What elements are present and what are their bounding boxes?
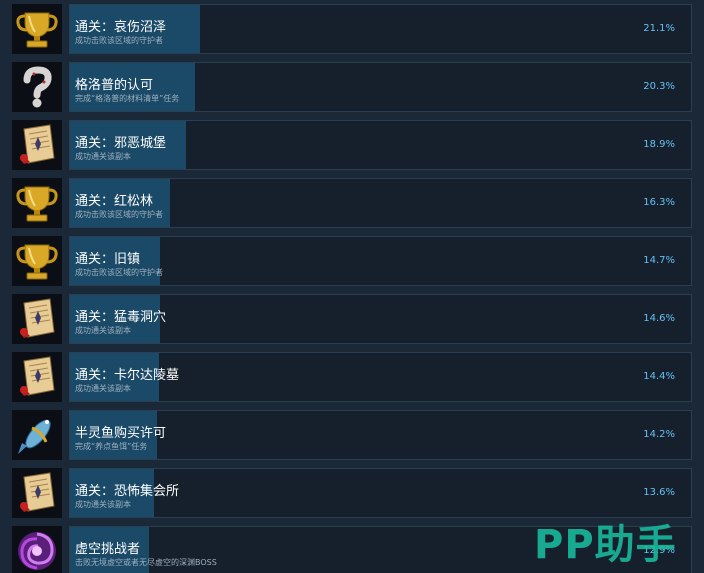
achievement-progress-bar: 虚空挑战者 击败无境虚空或者无尽虚空的深渊BOSS 12.9% bbox=[69, 526, 692, 573]
scroll-icon bbox=[12, 468, 62, 518]
question-mark-icon bbox=[12, 62, 62, 112]
achievement-title: 通关：哀伤沼泽 bbox=[75, 20, 167, 35]
achievement-progress-bar: 通关：红松林 成功击败该区域的守护者 16.3% bbox=[69, 178, 692, 228]
unlock-percentage: 14.4% bbox=[643, 371, 675, 382]
achievement-description: 成功击败该区域的守护者 bbox=[75, 268, 163, 277]
unlock-percentage: 20.3% bbox=[643, 81, 675, 92]
unlock-percentage: 14.2% bbox=[643, 429, 675, 440]
achievement-list: 通关：哀伤沼泽 成功击败该区域的守护者 21.1% 格洛普的认可 完成“格洛普的材料清单… bbox=[0, 0, 704, 573]
achievement-title: 通关：邪恶城堡 bbox=[75, 136, 167, 151]
achievement-description: 成功通关该副本 bbox=[75, 326, 131, 335]
achievement-description: 成功击败该区域的守护者 bbox=[75, 210, 163, 219]
achievement-title: 半灵鱼购买许可 bbox=[75, 426, 167, 441]
achievement-description: 完成“养点鱼饵”任务 bbox=[75, 442, 148, 451]
achievement-title: 通关：恐怖集会所 bbox=[75, 484, 180, 499]
achievement-title: 虚空挑战者 bbox=[75, 542, 141, 557]
trophy-icon bbox=[12, 178, 62, 228]
void-vortex-icon bbox=[12, 526, 62, 573]
achievement-row[interactable]: 半灵鱼购买许可 完成“养点鱼饵”任务 14.2% bbox=[12, 410, 692, 460]
achievement-description: 成功通关该副本 bbox=[75, 152, 131, 161]
achievement-progress-bar: 半灵鱼购买许可 完成“养点鱼饵”任务 14.2% bbox=[69, 410, 692, 460]
unlock-percentage: 16.3% bbox=[643, 197, 675, 208]
achievement-row[interactable]: 通关：卡尔达陵墓 成功通关该副本 14.4% bbox=[12, 352, 692, 402]
achievement-description: 成功击败该区域的守护者 bbox=[75, 36, 163, 45]
achievement-row[interactable]: 通关：邪恶城堡 成功通关该副本 18.9% bbox=[12, 120, 692, 170]
achievement-row[interactable]: 通关：旧镇 成功击败该区域的守护者 14.7% bbox=[12, 236, 692, 286]
unlock-percentage: 13.6% bbox=[643, 487, 675, 498]
achievement-description: 成功通关该副本 bbox=[75, 384, 131, 393]
achievement-title: 通关：红松林 bbox=[75, 194, 154, 209]
unlock-percentage: 21.1% bbox=[643, 23, 675, 34]
achievement-row[interactable]: 通关：哀伤沼泽 成功击败该区域的守护者 21.1% bbox=[12, 4, 692, 54]
achievement-progress-bar: 格洛普的认可 完成“格洛普的材料清单”任务 20.3% bbox=[69, 62, 692, 112]
achievement-progress-bar: 通关：猛毒洞穴 成功通关该副本 14.6% bbox=[69, 294, 692, 344]
achievement-title: 通关：猛毒洞穴 bbox=[75, 310, 167, 325]
scroll-icon bbox=[12, 120, 62, 170]
achievement-description: 成功通关该副本 bbox=[75, 500, 131, 509]
achievement-title: 格洛普的认可 bbox=[75, 78, 154, 93]
achievement-progress-bar: 通关：邪恶城堡 成功通关该副本 18.9% bbox=[69, 120, 692, 170]
achievement-description: 完成“格洛普的材料清单”任务 bbox=[75, 94, 180, 103]
unlock-percentage: 18.9% bbox=[643, 139, 675, 150]
scroll-icon bbox=[12, 352, 62, 402]
achievement-row[interactable]: 通关：猛毒洞穴 成功通关该副本 14.6% bbox=[12, 294, 692, 344]
unlock-percentage: 14.7% bbox=[643, 255, 675, 266]
scroll-icon bbox=[12, 294, 62, 344]
achievement-row[interactable]: 格洛普的认可 完成“格洛普的材料清单”任务 20.3% bbox=[12, 62, 692, 112]
unlock-percentage: 12.9% bbox=[643, 545, 675, 556]
achievement-progress-bar: 通关：旧镇 成功击败该区域的守护者 14.7% bbox=[69, 236, 692, 286]
achievement-progress-bar: 通关：卡尔达陵墓 成功通关该副本 14.4% bbox=[69, 352, 692, 402]
achievement-row[interactable]: 通关：恐怖集会所 成功通关该副本 13.6% bbox=[12, 468, 692, 518]
achievement-title: 通关：旧镇 bbox=[75, 252, 141, 267]
achievement-row[interactable]: 虚空挑战者 击败无境虚空或者无尽虚空的深渊BOSS 12.9% bbox=[12, 526, 692, 573]
trophy-icon bbox=[12, 236, 62, 286]
trophy-icon bbox=[12, 4, 62, 54]
achievement-description: 击败无境虚空或者无尽虚空的深渊BOSS bbox=[75, 558, 217, 567]
fish-icon bbox=[12, 410, 62, 460]
achievement-progress-bar: 通关：恐怖集会所 成功通关该副本 13.6% bbox=[69, 468, 692, 518]
achievement-title: 通关：卡尔达陵墓 bbox=[75, 368, 180, 383]
unlock-percentage: 14.6% bbox=[643, 313, 675, 324]
achievement-progress-bar: 通关：哀伤沼泽 成功击败该区域的守护者 21.1% bbox=[69, 4, 692, 54]
achievement-row[interactable]: 通关：红松林 成功击败该区域的守护者 16.3% bbox=[12, 178, 692, 228]
